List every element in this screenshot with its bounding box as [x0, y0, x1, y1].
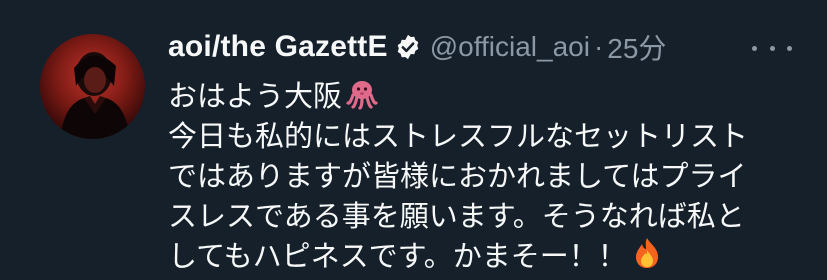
tweet-line-5: してもハピネスです。かまそー！！ — [168, 236, 768, 276]
tweet-line-3: ではありますが皆様におかれましてはプライ — [168, 159, 747, 193]
more-options-icon[interactable] — [752, 34, 792, 62]
octopus-emoji-icon — [346, 78, 378, 120]
tweet-line-1: おはよう大阪 — [168, 76, 768, 116]
timestamp[interactable]: 25分 — [607, 27, 666, 67]
tweet-line-4: スレスである事を願います。そうなれば私と — [168, 199, 745, 233]
separator-dot: · — [593, 31, 604, 62]
tweet-header: aoi/the GazettE @official_aoi · 25分 — [168, 26, 808, 68]
verified-badge-icon — [394, 33, 422, 61]
avatar[interactable] — [40, 34, 145, 139]
more-dot — [769, 45, 775, 51]
avatar-image — [60, 52, 130, 139]
tweet-line-text: してもハピネスです。かまそー！！ — [168, 239, 627, 273]
display-name[interactable]: aoi/the GazettE — [168, 30, 388, 64]
user-handle[interactable]: @official_aoi — [430, 31, 590, 63]
more-dot — [752, 45, 757, 51]
more-dot — [787, 45, 792, 51]
tweet-line-2: 今日も私的にはストレスフルなセットリスト — [168, 119, 749, 153]
tweet[interactable]: aoi/the GazettE @official_aoi · 25分 おはよう… — [0, 0, 827, 275]
tweet-text: おはよう大阪 今日も私的にはストレスフルなセットリスト ではありますが皆様におか… — [168, 76, 768, 276]
tweet-line-text: おはよう大阪 — [168, 79, 343, 113]
fire-emoji-icon — [631, 236, 663, 280]
